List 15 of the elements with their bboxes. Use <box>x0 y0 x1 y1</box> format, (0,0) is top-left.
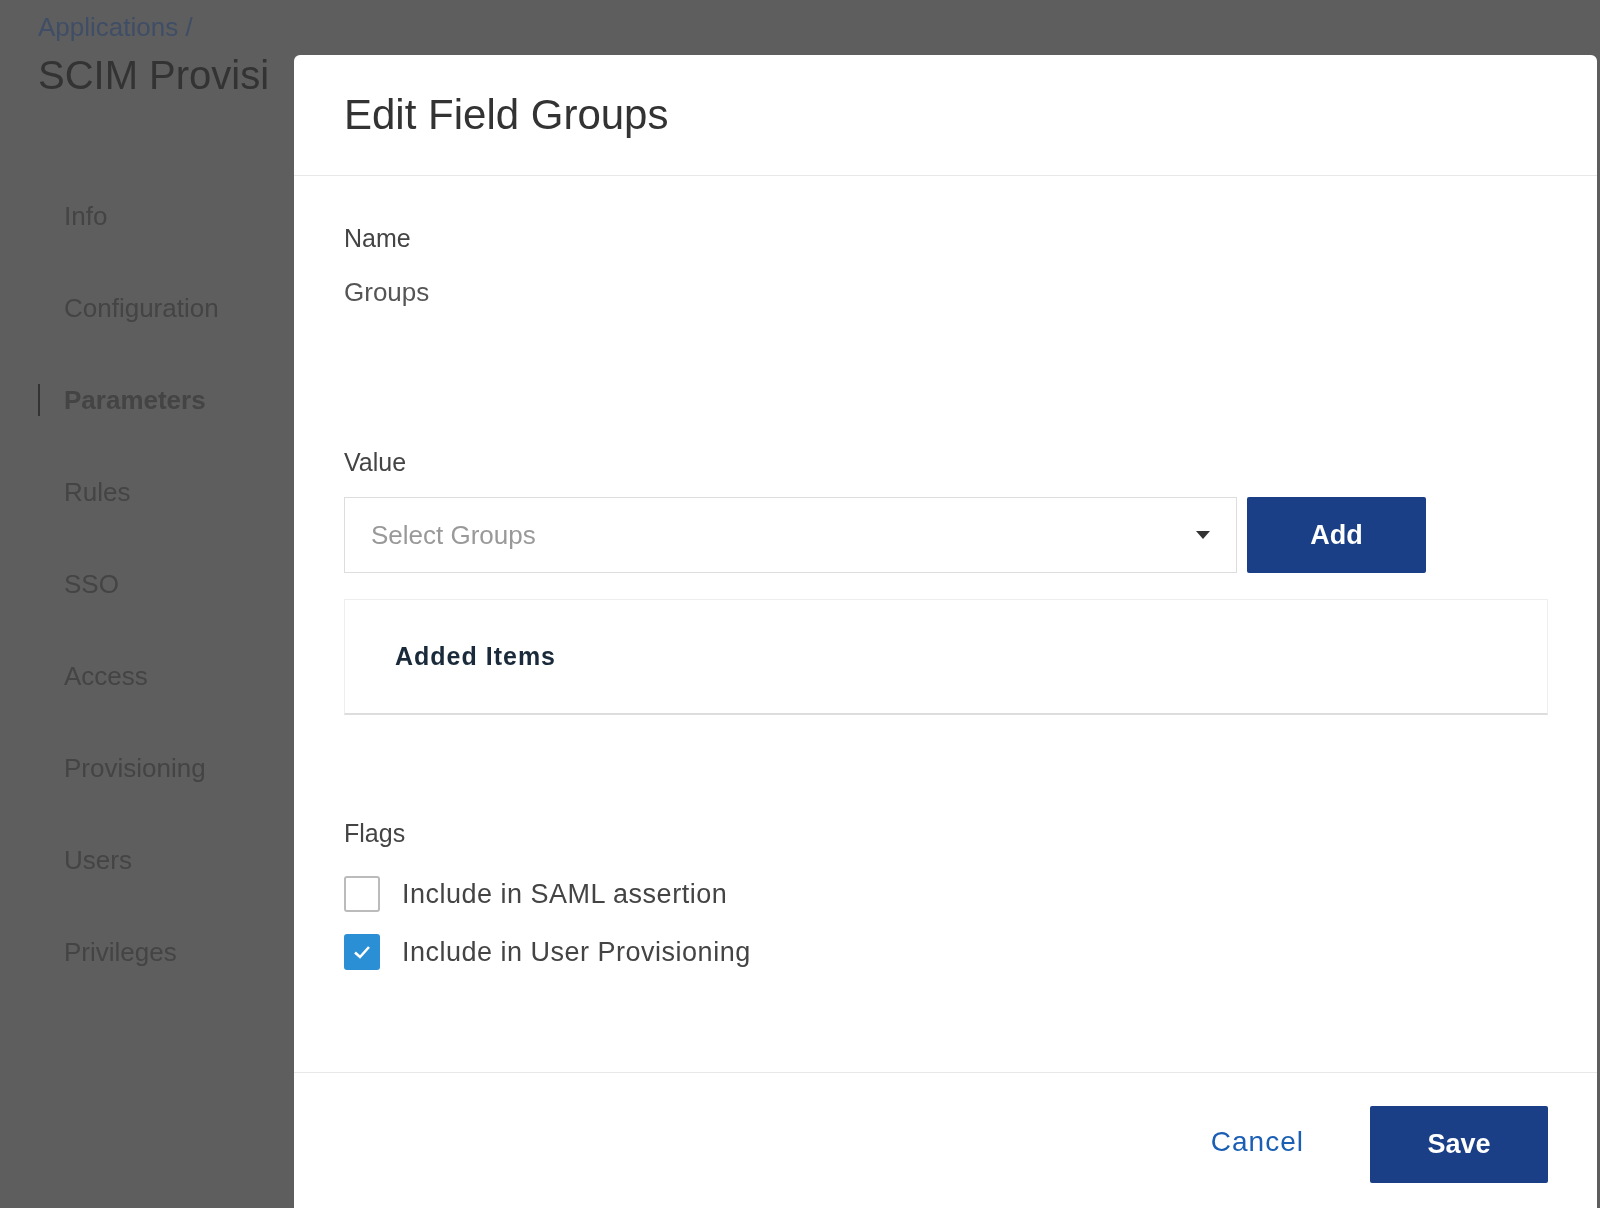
checkbox-label: Include in User Provisioning <box>402 936 751 968</box>
select-dropdown[interactable]: Select Groups <box>344 497 1237 573</box>
caret-icon <box>1196 531 1210 539</box>
cancel-button[interactable]: Cancel <box>1210 1126 1304 1158</box>
dialog-title: Edit Field Groups <box>344 91 669 139</box>
field-label: Value <box>344 448 407 477</box>
add-button[interactable]: Add <box>1247 497 1426 573</box>
checkbox-label: Include in SAML assertion <box>402 878 728 910</box>
checkbox[interactable] <box>344 934 380 970</box>
field-label: Name <box>344 224 411 253</box>
checkbox[interactable] <box>344 876 380 912</box>
panel-title: Added Items <box>395 642 557 671</box>
field-value: Groups <box>344 277 430 308</box>
field-label: Flags <box>344 819 406 848</box>
save-button[interactable]: Save <box>1370 1106 1548 1183</box>
